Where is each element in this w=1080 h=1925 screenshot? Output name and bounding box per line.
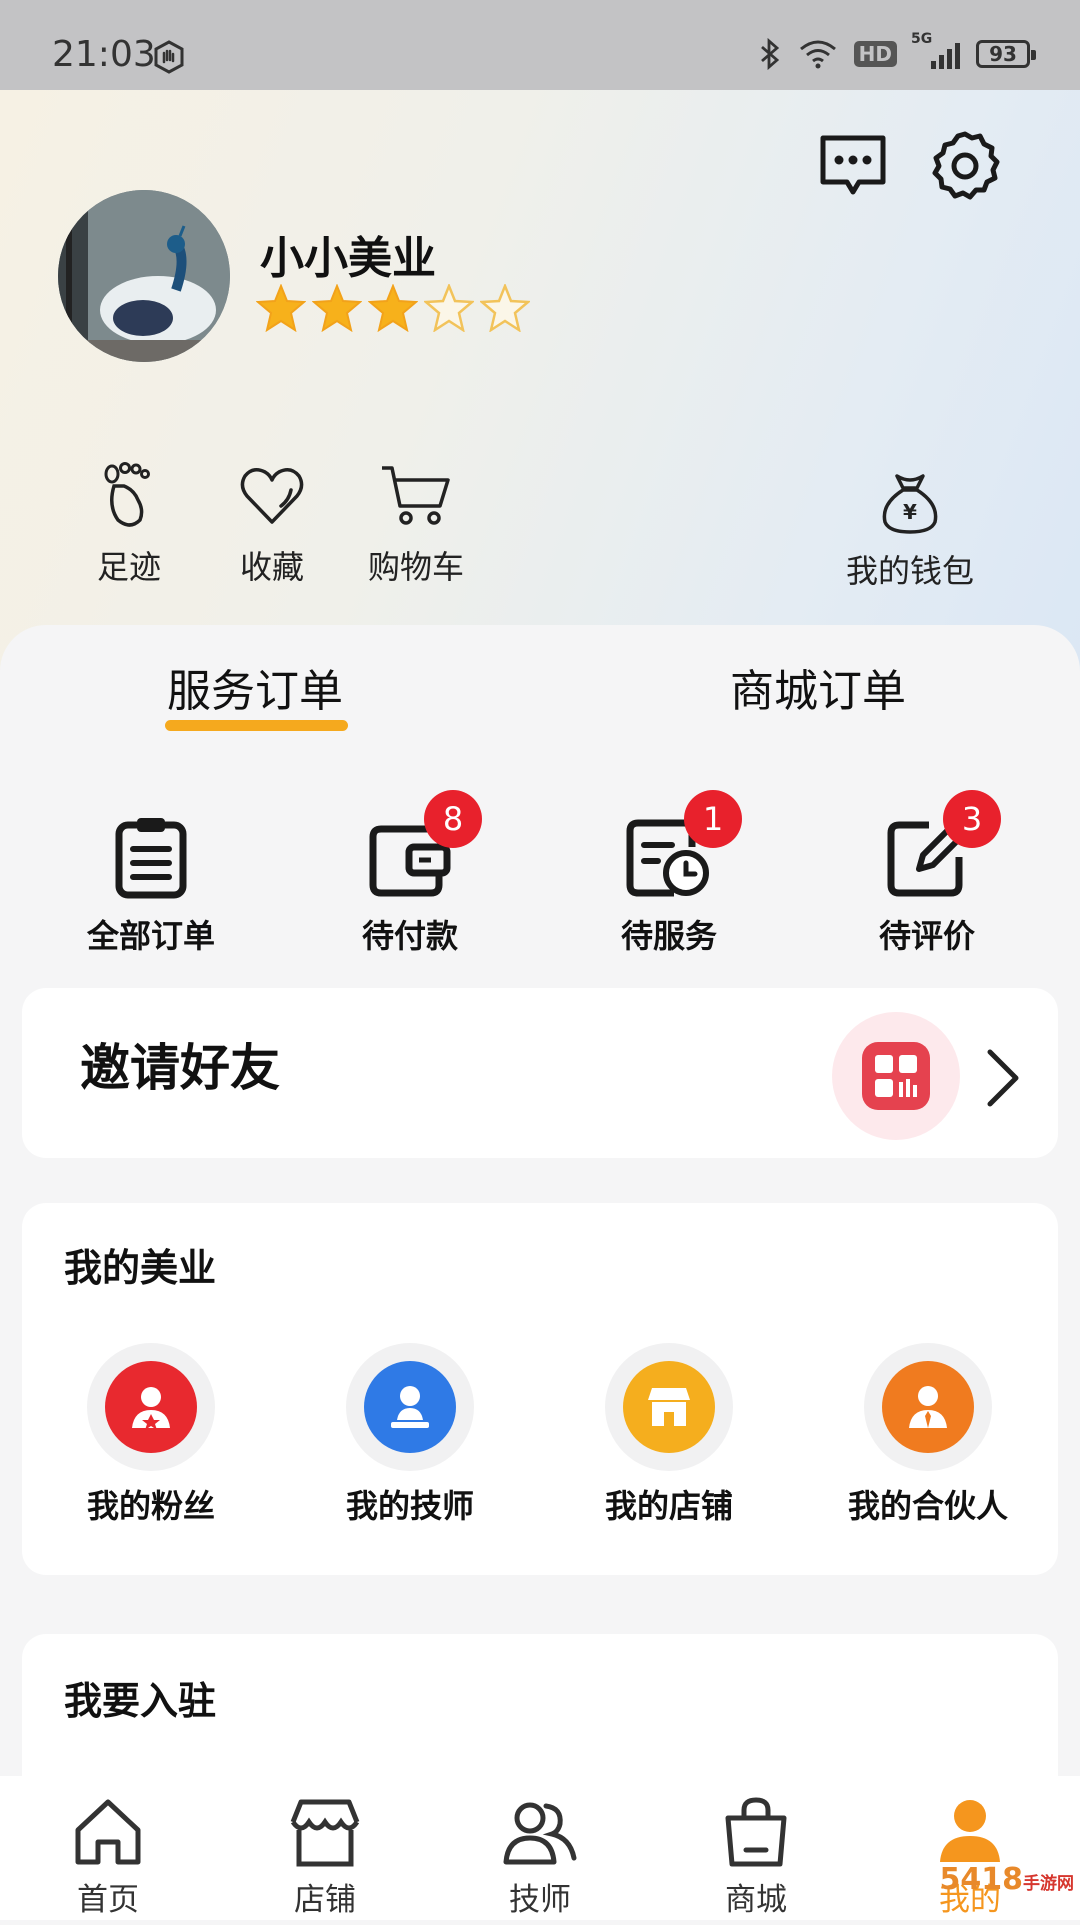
star-filled-icon [312, 284, 362, 332]
user-icon [940, 1800, 1000, 1862]
hd-badge: HD [853, 41, 897, 67]
site-watermark: 5418手游网 [940, 1862, 1075, 1897]
beauty-fans-label: 我的粉丝 [86, 1487, 215, 1525]
watermark-site: 手游网 [1023, 1874, 1074, 1894]
status-bar: 21:03 HD 5G 93 [0, 0, 1080, 90]
signal-label: 5G [911, 31, 933, 47]
nav-shop[interactable]: 店铺 [255, 1796, 395, 1919]
nav-mall-label: 商城 [725, 1882, 787, 1918]
quick-footprint[interactable]: 足迹 [54, 460, 204, 588]
my-beauty-card: 我的美业 我的粉丝 我的技师 我的店铺 我的合伙人 [22, 1203, 1058, 1575]
wifi-icon [799, 40, 836, 69]
people-icon [503, 1802, 577, 1865]
nav-technician-label: 技师 [509, 1882, 571, 1918]
pending-payment-badge: 8 [424, 790, 482, 848]
message-icon[interactable] [815, 128, 891, 204]
star-filled-icon [368, 284, 418, 332]
nav-home-label: 首页 [77, 1882, 139, 1918]
username: 小小美业 [260, 233, 436, 284]
order-all-label: 全部订单 [86, 917, 215, 955]
bottom-nav: 首页 店铺 技师 商城 我的 [0, 1776, 1080, 1920]
settings-icon[interactable] [927, 128, 1003, 204]
technician-icon [364, 1361, 456, 1453]
home-icon [75, 1799, 141, 1865]
order-pending-payment-label: 待付款 [361, 917, 458, 955]
watermark-brand: 5418 [939, 1862, 1024, 1897]
clipboard-icon [115, 818, 187, 899]
beauty-partners[interactable]: 我的合伙人 [828, 1343, 1028, 1527]
invite-title: 邀请好友 [80, 1039, 280, 1097]
nav-technician[interactable]: 技师 [470, 1796, 610, 1919]
partner-icon [882, 1361, 974, 1453]
order-pending-service[interactable]: 待服务 [564, 815, 774, 957]
star-empty-icon [424, 284, 474, 332]
avatar[interactable] [58, 190, 230, 362]
nav-shop-label: 店铺 [294, 1882, 356, 1918]
quick-footprint-label: 足迹 [96, 548, 161, 586]
footprint-icon [104, 462, 150, 527]
quick-cart[interactable]: 购物车 [341, 460, 491, 588]
store-icon [623, 1361, 715, 1453]
hand-icon [154, 40, 184, 74]
my-beauty-title: 我的美业 [64, 1246, 217, 1290]
beauty-technicians-label: 我的技师 [345, 1487, 474, 1525]
tab-service-orders[interactable]: 服务订单 [167, 655, 343, 719]
quick-favorites[interactable]: 收藏 [197, 460, 347, 588]
signal-icon: 5G [911, 31, 960, 69]
profile-header [0, 90, 1080, 690]
tab-mall-orders[interactable]: 商城订单 [730, 655, 906, 719]
pending-service-badge: 1 [684, 790, 742, 848]
invite-friends-card[interactable]: 邀请好友 [22, 988, 1058, 1158]
beauty-fans[interactable]: 我的粉丝 [51, 1343, 251, 1527]
shop-icon [290, 1799, 360, 1867]
bluetooth-icon [760, 38, 779, 70]
wallet-link[interactable]: ¥ 我的钱包 [830, 470, 990, 592]
active-tab-indicator [165, 720, 348, 731]
currency-symbol: ¥ [903, 500, 917, 524]
peacock-photo [58, 190, 230, 362]
beauty-stores-label: 我的店铺 [604, 1487, 733, 1525]
order-pending-review-label: 待评价 [878, 917, 975, 955]
join-title: 我要入驻 [64, 1679, 217, 1723]
money-bag-icon: ¥ [882, 474, 938, 534]
pending-review-badge: 3 [943, 790, 1001, 848]
beauty-partners-label: 我的合伙人 [847, 1487, 1008, 1525]
wallet-label: 我的钱包 [845, 552, 974, 590]
invite-qr-button[interactable] [832, 1012, 960, 1140]
star-filled-icon [256, 284, 306, 332]
order-pending-review[interactable]: 待评价 [822, 815, 1032, 957]
battery-indicator: 93 [976, 40, 1036, 68]
status-time: 21:03 [52, 34, 156, 75]
rating-stars [256, 284, 530, 332]
beauty-stores[interactable]: 我的店铺 [569, 1343, 769, 1527]
beauty-technicians[interactable]: 我的技师 [310, 1343, 510, 1527]
order-pending-service-label: 待服务 [620, 917, 717, 955]
cart-icon [382, 466, 450, 525]
chevron-right-icon [987, 1049, 1019, 1107]
order-pending-payment[interactable]: 待付款 [305, 815, 515, 957]
fans-icon [105, 1361, 197, 1453]
star-empty-icon [480, 284, 530, 332]
order-all[interactable]: 全部订单 [46, 815, 256, 957]
nav-mine[interactable]: 我的 [900, 1796, 1040, 1919]
quick-cart-label: 购物车 [367, 548, 464, 586]
nav-mall[interactable]: 商城 [686, 1796, 826, 1919]
bag-icon [725, 1797, 787, 1867]
quick-favorites-label: 收藏 [239, 548, 304, 586]
heart-icon [240, 468, 304, 524]
nav-home[interactable]: 首页 [38, 1796, 178, 1919]
grid-app-icon [862, 1042, 930, 1110]
